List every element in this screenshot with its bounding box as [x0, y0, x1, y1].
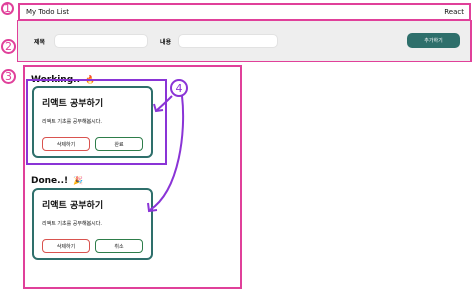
annotation-arrows	[147, 95, 185, 213]
annotation-arrow-upper	[156, 95, 173, 111]
annotation-arrow-lower	[149, 95, 185, 211]
